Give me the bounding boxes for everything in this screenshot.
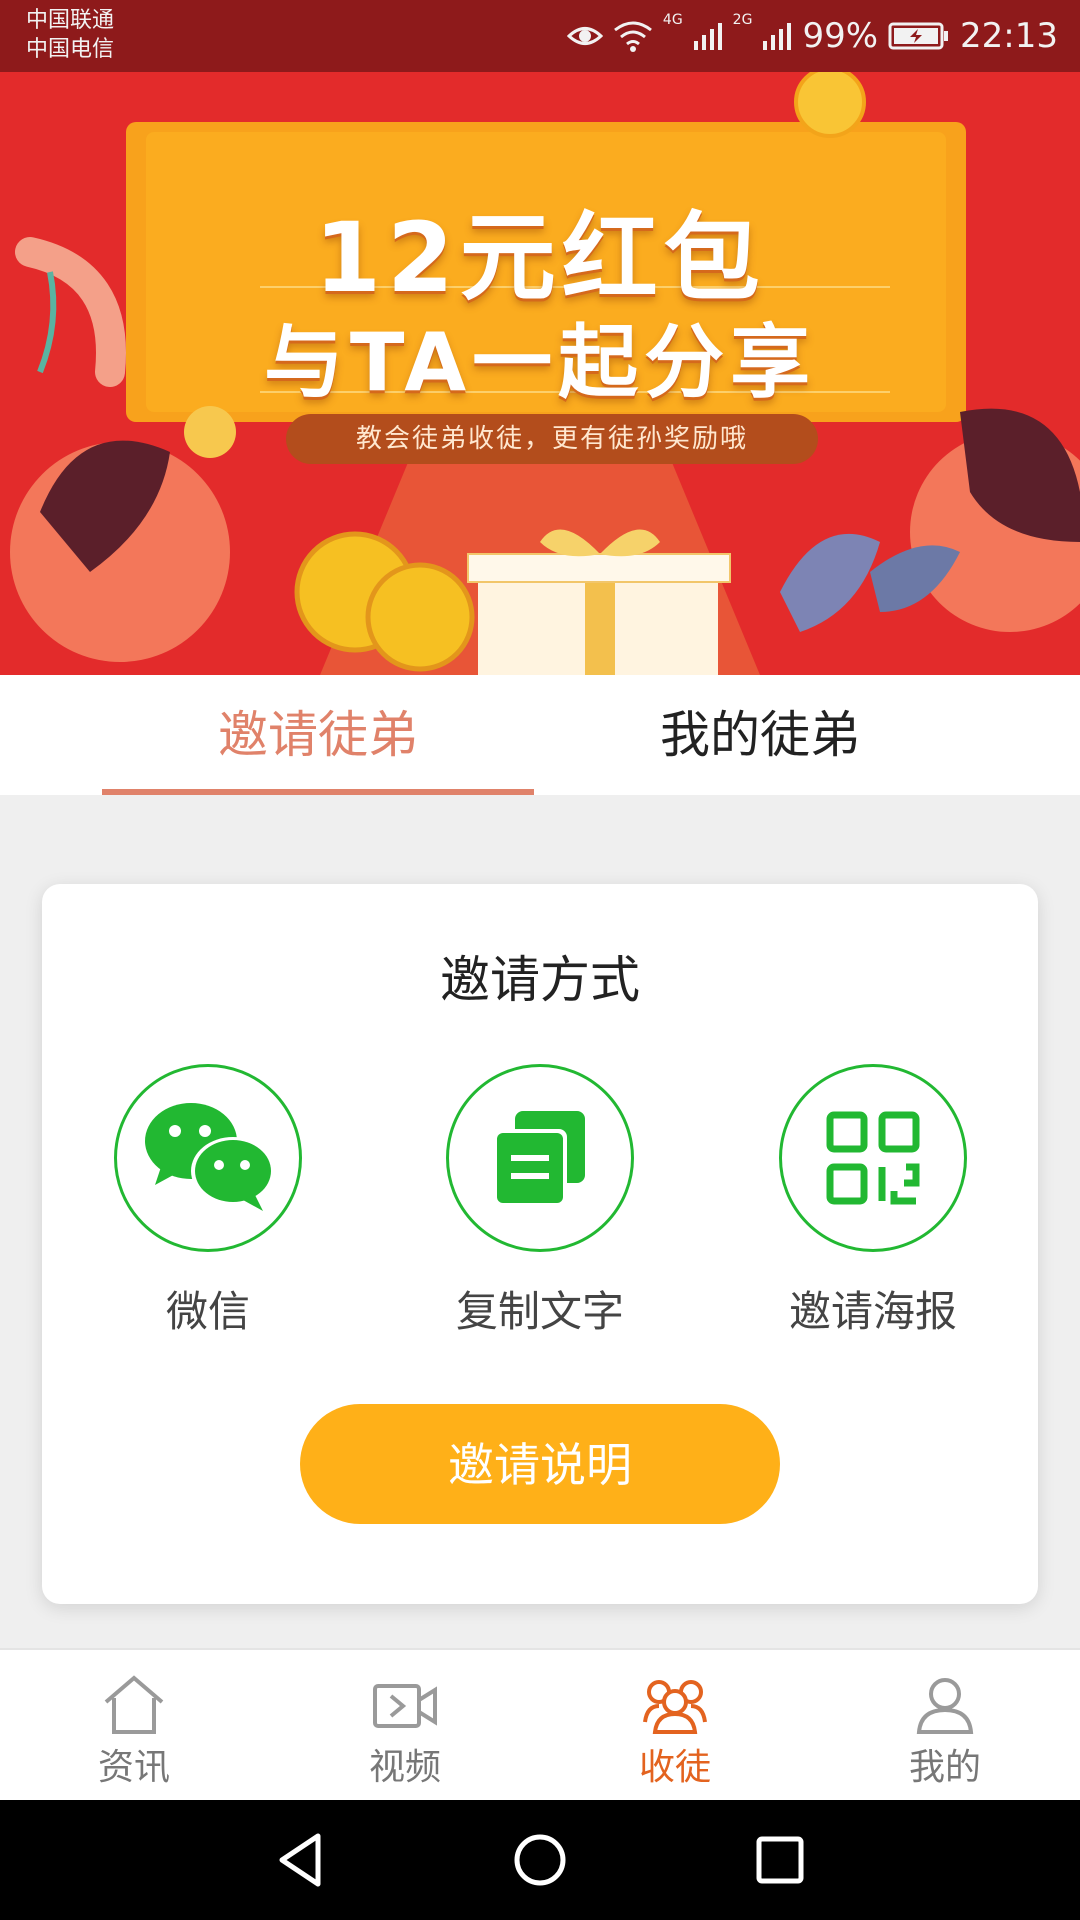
network-type-2: 2G [732, 12, 753, 28]
banner-title-2: 与TA一起分享 [263, 316, 817, 409]
video-icon [373, 1684, 437, 1728]
user-icon [916, 1678, 974, 1734]
home-circle-icon[interactable] [510, 1800, 570, 1920]
carrier-1: 中国联通 [26, 8, 115, 33]
copy-text-button[interactable]: 复制文字 [440, 1064, 640, 1339]
invite-explanation-button[interactable]: 邀请说明 [300, 1404, 780, 1524]
status-icons: 4G 2G 99% 22:13 [566, 12, 1058, 58]
tab-invite-apprentice[interactable]: 邀请徒弟 [102, 675, 534, 795]
nav-item-video[interactable]: 视频 [305, 1650, 505, 1800]
invite-poster-label: 邀请海报 [788, 1287, 957, 1336]
status-bar: 中国联通 中国电信 4G 2G 99% 22:13 [0, 0, 1080, 72]
signal-icon [693, 23, 722, 50]
tab-my-apprentices[interactable]: 我的徒弟 [540, 675, 980, 795]
clock: 22:13 [960, 16, 1058, 56]
invite-wechat-button[interactable]: 微信 [108, 1064, 308, 1339]
nav-item-mine[interactable]: 我的 [845, 1650, 1045, 1800]
wifi-icon [613, 21, 652, 52]
carrier-info: 中国联通 中国电信 [26, 6, 114, 64]
card-title: 邀请方式 [440, 951, 640, 1009]
recent-apps-icon[interactable] [750, 1800, 810, 1920]
promo-banner[interactable]: 12元红包 与TA一起分享 教会徒弟收徒，更有徒孙奖励哦 [0, 72, 1080, 675]
home-icon [104, 1675, 164, 1734]
nav-item-apprentice[interactable]: 收徒 [575, 1650, 775, 1800]
system-nav-bar [0, 1800, 1080, 1920]
copy-text-icon [493, 1111, 585, 1207]
carrier-2: 中国电信 [26, 37, 115, 62]
back-icon[interactable] [270, 1800, 330, 1920]
copy-text-label: 复制文字 [455, 1287, 624, 1336]
bottom-nav: 资讯 视频 收徒 我的 [0, 1648, 1080, 1800]
nav-label-mine: 我的 [908, 1747, 981, 1788]
nav-item-news[interactable]: 资讯 [34, 1650, 234, 1800]
battery-percent: 99% [802, 16, 879, 56]
apprentice-group-icon [643, 1680, 707, 1734]
nav-label-news: 资讯 [97, 1747, 170, 1788]
network-type-1: 4G [662, 12, 683, 28]
copy-text-icon-circle[interactable] [446, 1064, 634, 1252]
invite-methods-card: 邀请方式 微信 复制文字 邀请海报 邀请说明 [42, 884, 1038, 1604]
qr-code-icon-circle[interactable] [779, 1064, 967, 1252]
wechat-icon [145, 1103, 275, 1211]
wechat-label: 微信 [165, 1287, 250, 1336]
nav-label-video: 视频 [368, 1747, 441, 1788]
wechat-icon-circle[interactable] [114, 1064, 302, 1252]
invite-poster-button[interactable]: 邀请海报 [773, 1064, 973, 1339]
battery-charging-icon [888, 22, 949, 50]
nav-label-apprentice: 收徒 [638, 1747, 711, 1788]
qr-code-icon [826, 1111, 920, 1205]
signal-icon-2 [763, 23, 792, 50]
eye-icon [566, 27, 603, 45]
tab-bar: 邀请徒弟 我的徒弟 [0, 675, 1080, 795]
banner-subtitle: 教会徒弟收徒，更有徒孙奖励哦 [286, 414, 818, 464]
